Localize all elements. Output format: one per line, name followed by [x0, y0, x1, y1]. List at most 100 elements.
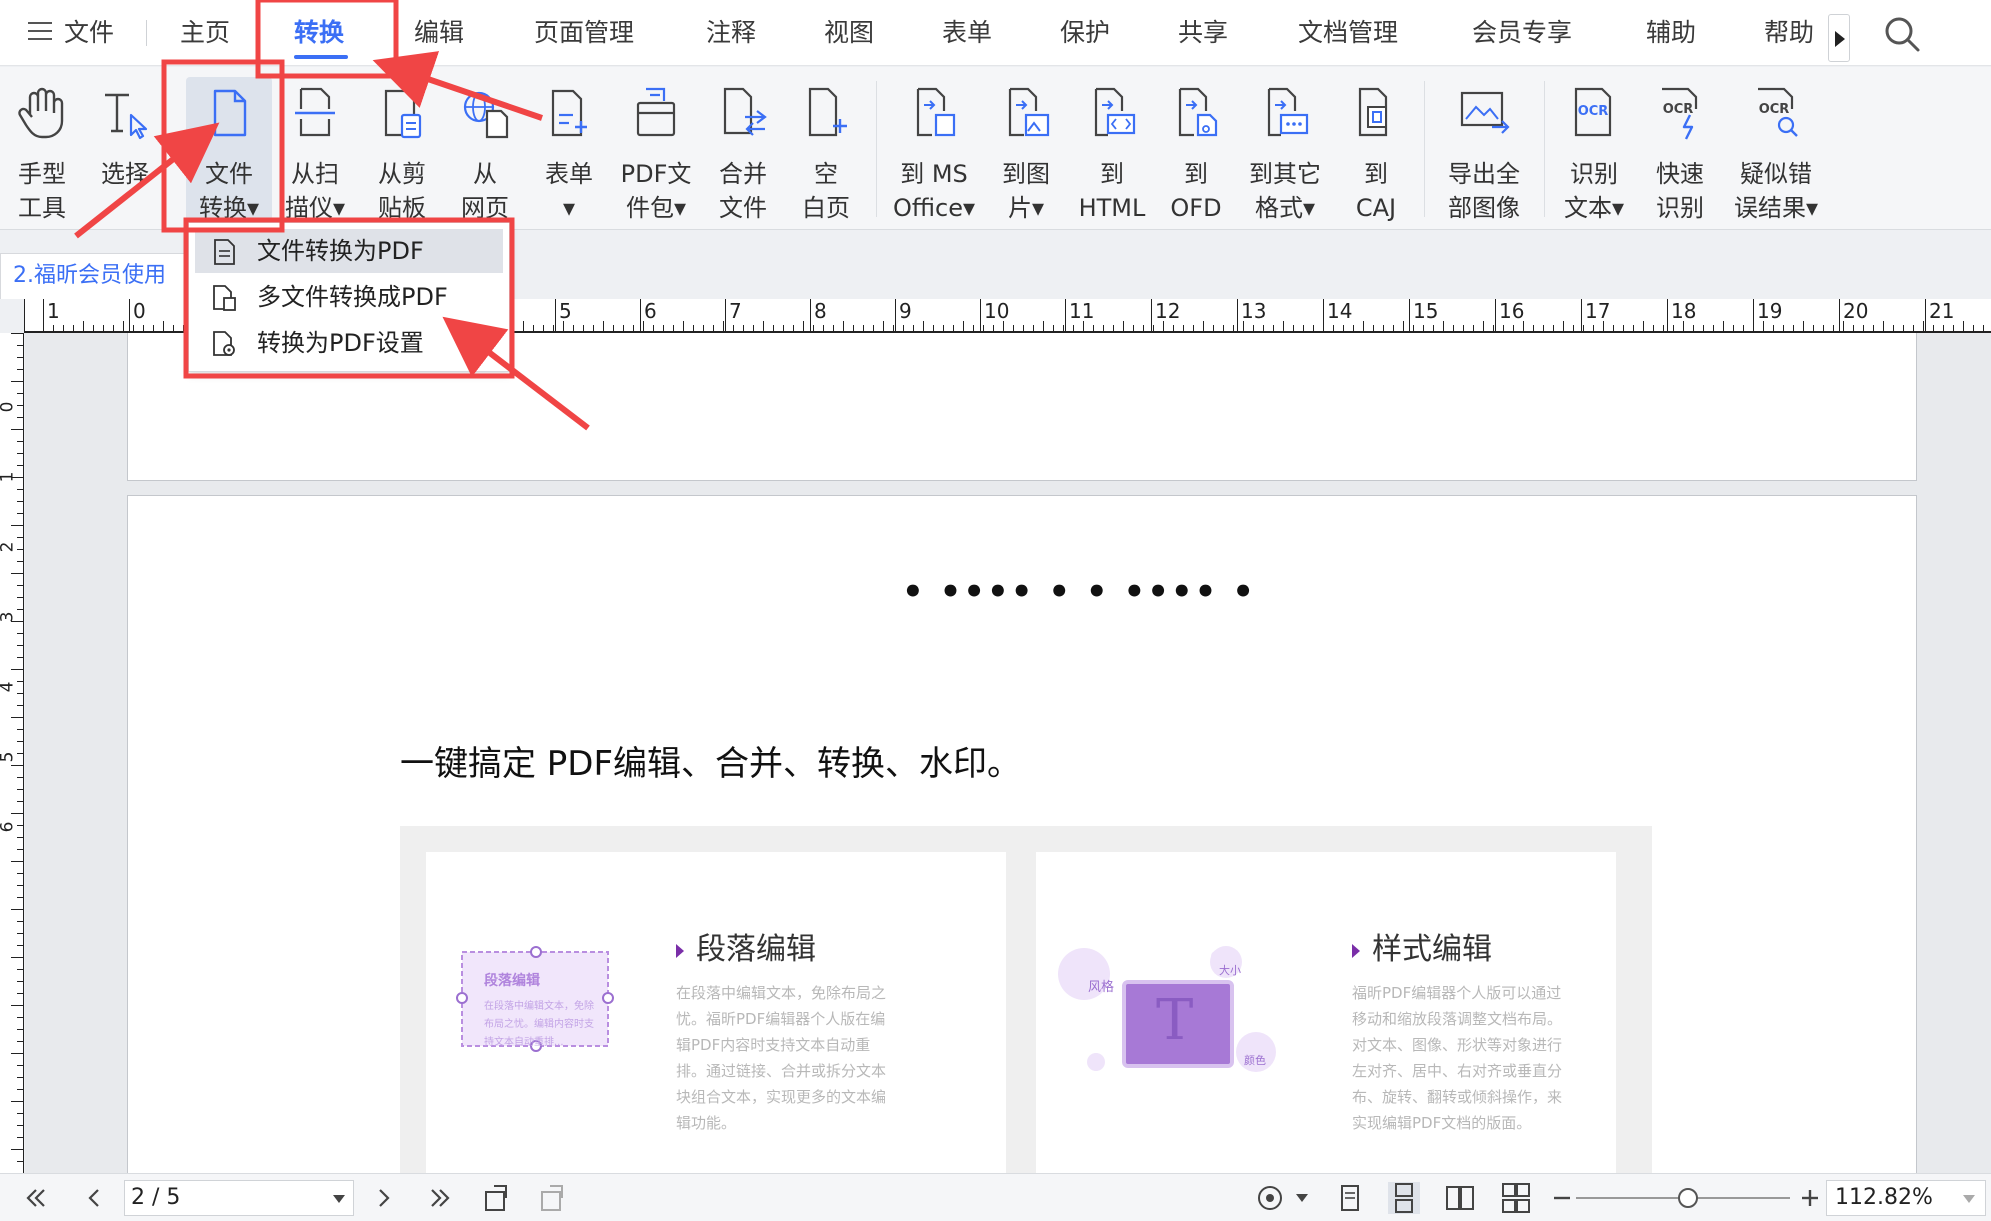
menu-page-management[interactable]: 页面管理: [534, 0, 634, 66]
last-page-icon[interactable]: [424, 1182, 456, 1214]
quick-ocr-icon: OCR: [1662, 87, 1698, 140]
read-mode-icon[interactable]: [1254, 1182, 1286, 1214]
search-icon[interactable]: [1882, 14, 1922, 54]
ruler-minor-tick: [17, 501, 23, 502]
menu-comment[interactable]: 注释: [706, 0, 756, 66]
next-page-icon[interactable]: [368, 1182, 400, 1214]
ruler-major-tick: [1495, 299, 1496, 331]
menu-assist[interactable]: 辅助: [1646, 0, 1696, 66]
package-icon: [636, 87, 676, 137]
page-number-value: 2 / 5: [131, 1185, 181, 1210]
ruler-minor-tick: [17, 633, 23, 634]
menu-edit[interactable]: 编辑: [414, 0, 464, 66]
blank-page-icon: [808, 87, 847, 137]
menu-share[interactable]: 共享: [1178, 0, 1228, 66]
menu-protect[interactable]: 保护: [1060, 0, 1110, 66]
to-ofd-button[interactable]: 到 OFD: [1160, 77, 1232, 223]
ruler-minor-tick: [17, 513, 23, 514]
menu-file[interactable]: 文件: [64, 0, 114, 66]
ruler-minor-tick: [17, 729, 23, 730]
ruler-minor-tick: [1973, 325, 1974, 331]
rotate-view-icon[interactable]: [480, 1182, 512, 1214]
ruler-minor-tick: [1573, 325, 1574, 331]
ocr-text-button[interactable]: OCR 识别 文本▾: [1552, 77, 1636, 223]
menu-form[interactable]: 表单: [942, 0, 992, 66]
chevron-down-icon[interactable]: [333, 1195, 345, 1203]
menu-item-file-to-pdf[interactable]: 文件转换为PDF: [195, 229, 503, 273]
menu-item-file-to-pdf-label: 文件转换为PDF: [257, 237, 424, 265]
zoom-in-icon[interactable]: [1794, 1182, 1826, 1214]
ruler-minor-tick: [683, 321, 684, 331]
to-image-icon: [1008, 87, 1050, 137]
menu-item-pdf-settings[interactable]: 转换为PDF设置: [195, 321, 503, 365]
ruler-label: 5: [559, 299, 572, 323]
from-clipboard-button[interactable]: 从剪 贴板: [364, 77, 440, 223]
ruler-minor-tick: [143, 325, 144, 331]
document-tab[interactable]: 2.福昕会员使用: [0, 253, 190, 299]
export-images-button[interactable]: 导出全 部图像: [1432, 77, 1536, 223]
blank-page-button[interactable]: 空 白页: [790, 77, 862, 223]
ruler-minor-tick: [17, 1089, 23, 1090]
zoom-level-input[interactable]: 112.82%: [1826, 1180, 1986, 1216]
ocr-text-label: 识别 文本▾: [1563, 160, 1625, 222]
ribbon-divider: [1544, 81, 1545, 217]
zoom-level-value: 112.82%: [1835, 1185, 1933, 1210]
form-button[interactable]: 表单 ▾: [534, 77, 604, 223]
menu-help[interactable]: 帮助: [1764, 0, 1814, 66]
chevron-down-icon[interactable]: [1963, 1195, 1975, 1203]
ruler-minor-tick: [17, 753, 23, 754]
ruler-minor-tick: [1563, 321, 1564, 331]
ruler-minor-tick: [17, 777, 23, 778]
suspect-results-button[interactable]: OCR 疑似错 误结果▾: [1724, 77, 1828, 223]
ruler-minor-tick: [17, 993, 23, 994]
to-html-button[interactable]: 到 HTML: [1070, 77, 1154, 223]
ruler-minor-tick: [17, 1041, 23, 1042]
more-menu-arrow-icon[interactable]: [1828, 14, 1850, 62]
page-number-input[interactable]: 2 / 5: [124, 1180, 354, 1216]
select-button[interactable]: 选择: [88, 77, 162, 223]
to-caj-button[interactable]: 到 CAJ: [1340, 77, 1412, 223]
ruler-minor-tick: [1093, 325, 1094, 331]
ruler-minor-tick: [913, 325, 914, 331]
to-other-formats-button[interactable]: 到其它 格式▾: [1238, 77, 1332, 223]
hamburger-icon[interactable]: [28, 22, 52, 42]
two-page-view-icon[interactable]: [1444, 1182, 1476, 1214]
ruler-minor-tick: [1033, 325, 1034, 331]
ruler-major-tick: [725, 299, 726, 331]
ruler-minor-tick: [1083, 321, 1084, 331]
menu-view[interactable]: 视图: [824, 0, 874, 66]
single-page-view-icon[interactable]: [1334, 1182, 1366, 1214]
menu-home[interactable]: 主页: [180, 0, 230, 66]
decorative-dots: • •••• • • •••• •: [902, 572, 1256, 612]
quick-ocr-button[interactable]: OCR 快速 识别: [1642, 77, 1718, 223]
from-scanner-button[interactable]: 从扫 描仪▾: [280, 77, 350, 223]
chevron-down-icon[interactable]: [1296, 1194, 1308, 1202]
app-window: 文件 主页 转换 编辑 页面管理 注释 视图 表单 保护 共享 文档管理 会员专…: [0, 0, 1991, 1221]
two-page-continuous-icon[interactable]: [1500, 1182, 1532, 1214]
from-webpage-button[interactable]: 从 网页: [450, 77, 520, 223]
ruler-minor-tick: [1953, 325, 1954, 331]
ruler-minor-tick: [1583, 325, 1584, 331]
ruler-label: 0: [0, 402, 17, 413]
hand-tool-button[interactable]: 手型 工具: [6, 77, 78, 223]
ruler-label: 20: [1843, 299, 1869, 323]
ruler-minor-tick: [1293, 325, 1294, 331]
to-image-button[interactable]: 到图 片▾: [990, 77, 1062, 223]
zoom-slider-handle[interactable]: [1678, 1188, 1698, 1208]
file-convert-button[interactable]: 文件 转换▾: [186, 77, 272, 223]
pdf-package-button[interactable]: PDF文 件包▾: [614, 77, 698, 223]
menu-member[interactable]: 会员专享: [1472, 0, 1572, 66]
first-page-icon[interactable]: [20, 1182, 52, 1214]
continuous-view-icon[interactable]: [1388, 1182, 1420, 1214]
ruler-minor-tick: [1873, 325, 1874, 331]
menu-document-management[interactable]: 文档管理: [1298, 0, 1398, 66]
document-canvas[interactable]: • •••• • • •••• • 一键搞定 PDF编辑、合并、转换、水印。 段…: [25, 333, 1991, 1173]
merge-files-button[interactable]: 合并 文件: [704, 77, 782, 223]
previous-page-icon[interactable]: [78, 1182, 110, 1214]
ruler-minor-tick: [1683, 321, 1684, 331]
zoom-out-icon[interactable]: [1546, 1182, 1578, 1214]
ruler-minor-tick: [1453, 325, 1454, 331]
extract-page-icon[interactable]: [536, 1182, 568, 1214]
to-ms-office-button[interactable]: 到 MS Office▾: [886, 77, 982, 223]
menu-item-multi-files-to-pdf[interactable]: 多文件转换成PDF: [195, 275, 503, 319]
